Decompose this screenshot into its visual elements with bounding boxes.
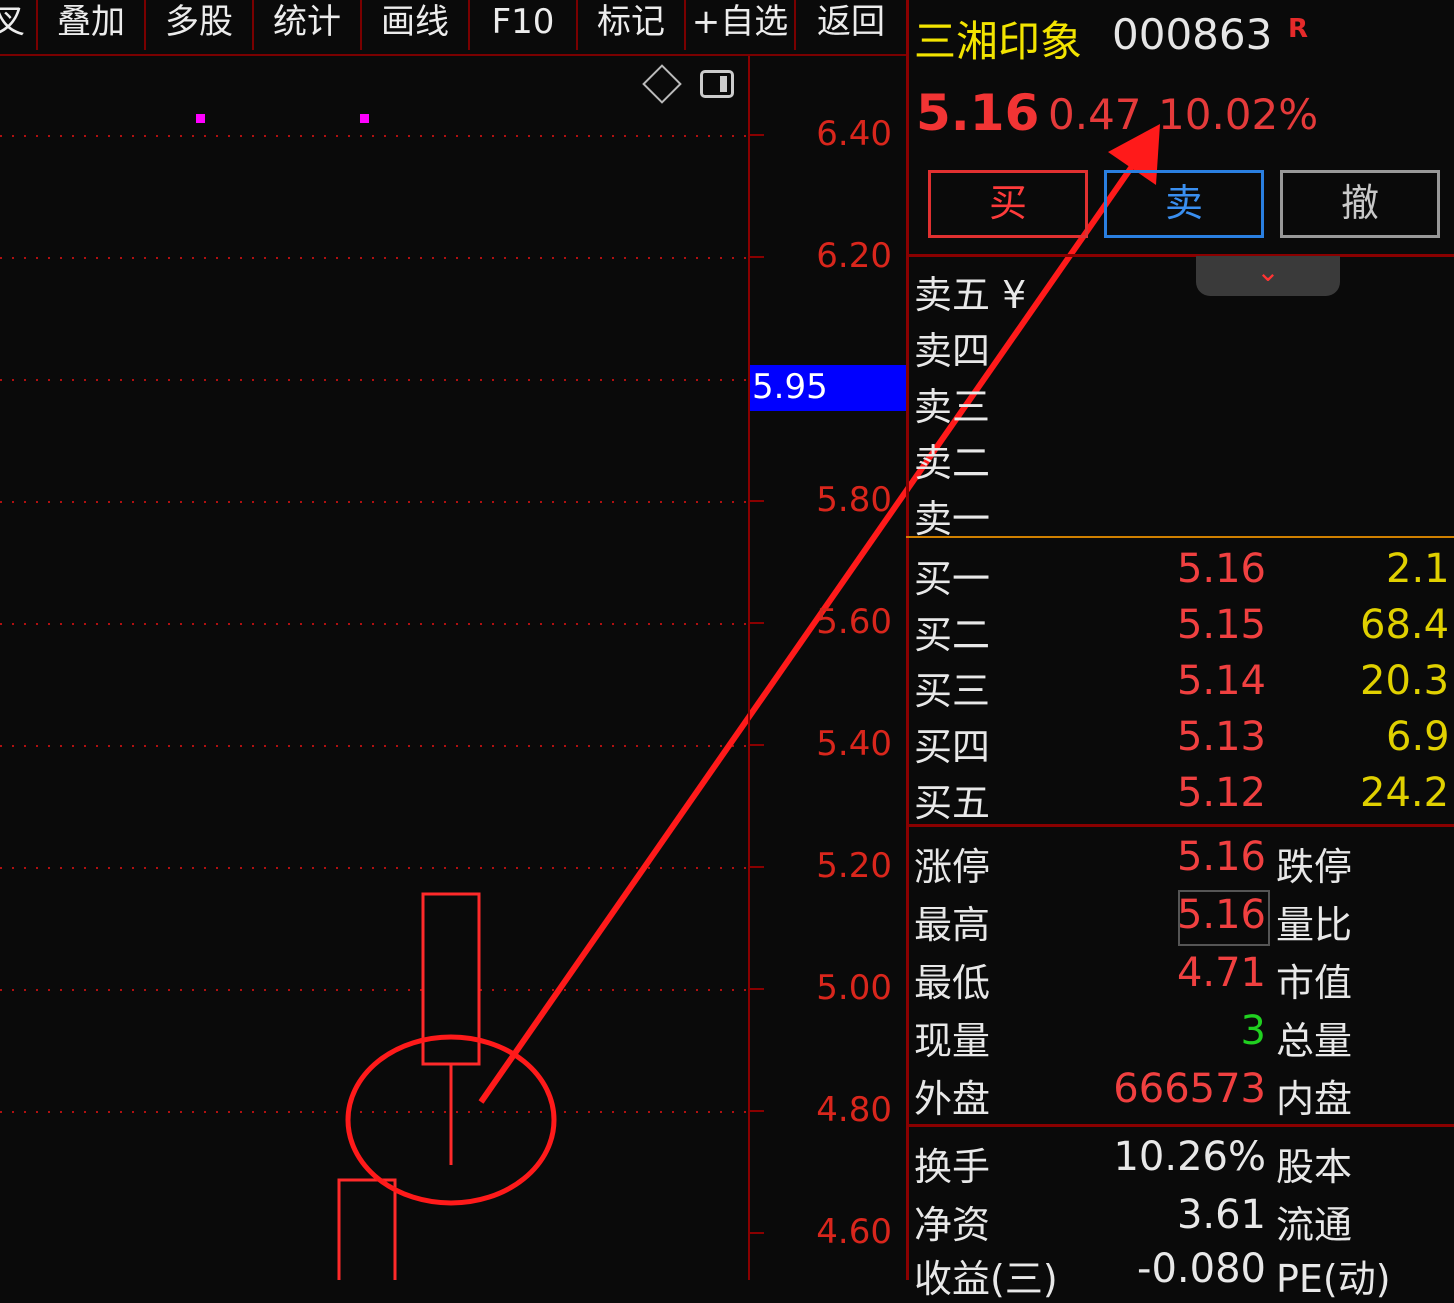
panel-toggle-icon[interactable] [700,70,734,98]
bid-level-1-volume: 2.1 [1386,546,1450,592]
financing-flag: R [1288,14,1309,44]
inner-volume-label: 内盘 [1276,1077,1353,1121]
market-cap-label: 市值 [1276,961,1353,1005]
y-tick-label: 4.60 [816,1212,892,1252]
high-label: 最高 [914,903,991,947]
low-value: 4.71 [1176,950,1266,996]
net-assets-label: 净资 [914,1203,991,1247]
limit-up-label: 涨停 [914,845,991,889]
bid-level-4-volume: 6.9 [1386,714,1450,760]
turnover-label: 换手 [914,1145,991,1189]
bid-level-2-volume: 68.4 [1360,602,1450,648]
low-label: 最低 [914,961,991,1005]
y-tick-label: 4.80 [816,1090,892,1130]
ask-level-5-label: 卖五 ¥ [914,273,1027,317]
pe-dynamic-label: PE(动) [1276,1257,1391,1301]
divider [906,824,1454,827]
y-tick-label: 5.00 [816,968,892,1008]
marker-dot [360,114,369,123]
bid-level-1-label: 买一 [914,557,991,601]
bid-level-5-label: 买五 [914,781,991,825]
current-volume-value: 3 [1240,1008,1266,1054]
stock-name: 三湘印象 [914,17,1083,66]
bid-level-5-volume: 24.2 [1360,770,1450,816]
chevron-down-icon: ⌄ [1256,255,1280,288]
stock-code: 000863 [1112,10,1273,59]
bid-level-3-label: 买三 [914,669,991,713]
last-price: 5.16 [916,84,1040,142]
share-capital-label: 股本 [1276,1145,1353,1189]
y-tick-label: 5.60 [816,602,892,642]
limit-down-label: 跌停 [1276,845,1353,889]
outer-volume-value: 666573 [1113,1066,1266,1112]
gridlines [0,135,748,1113]
eps-label: 收益(三) [914,1257,1058,1301]
sell-button[interactable]: 卖 [1104,170,1264,238]
bid-level-2-price: 5.15 [1176,602,1266,648]
net-assets-value: 3.61 [1176,1192,1266,1238]
ask-level-2-label: 卖二 [914,441,991,485]
y-tick-label: 5.20 [816,846,892,886]
bid-level-2-label: 买二 [914,613,991,657]
y-tick-label: 6.40 [816,114,892,154]
ask-level-1-label: 卖一 [914,497,991,541]
outer-volume-label: 外盘 [914,1077,991,1121]
turnover-value: 10.26% [1113,1134,1266,1180]
divider [906,254,1454,257]
current-volume-label: 现量 [914,1019,991,1063]
buy-button[interactable]: 买 [928,170,1088,238]
price-change-pct: 10.02% [1158,90,1319,139]
bid-level-4-price: 5.13 [1176,714,1266,760]
collapse-toggle[interactable]: ⌄ [1196,256,1340,296]
divider [906,1124,1454,1127]
bid-level-1-price: 5.16 [1176,546,1266,592]
volume-ratio-label: 量比 [1276,903,1353,947]
candle-current[interactable] [421,892,481,1165]
bid-level-3-price: 5.14 [1176,658,1266,704]
ask-level-4-label: 卖四 [914,329,991,373]
candle-previous[interactable] [337,1178,397,1280]
y-tick-label: 6.20 [816,236,892,276]
eps-value: -0.080 [1137,1246,1266,1292]
y-tick-label: 5.40 [816,724,892,764]
high-value: 5.16 [1176,892,1266,938]
ask-bid-divider [906,536,1454,538]
price-change: 0.47 [1048,90,1142,139]
cancel-order-button[interactable]: 撤 [1280,170,1440,238]
bid-level-4-label: 买四 [914,725,991,769]
cursor-price-label: 5.95 [750,365,906,411]
bid-level-5-price: 5.12 [1176,770,1266,816]
limit-up-value: 5.16 [1176,834,1266,880]
total-volume-label: 总量 [1276,1019,1353,1063]
y-tick-label: 5.80 [816,480,892,520]
float-shares-label: 流通 [1276,1203,1353,1247]
bid-level-3-volume: 20.3 [1360,658,1450,704]
ask-level-3-label: 卖三 [914,385,991,429]
price-axis: 6.40 6.20 5.80 5.60 5.40 5.20 5.00 4.80 … [748,56,908,1280]
marker-dot [196,114,205,123]
